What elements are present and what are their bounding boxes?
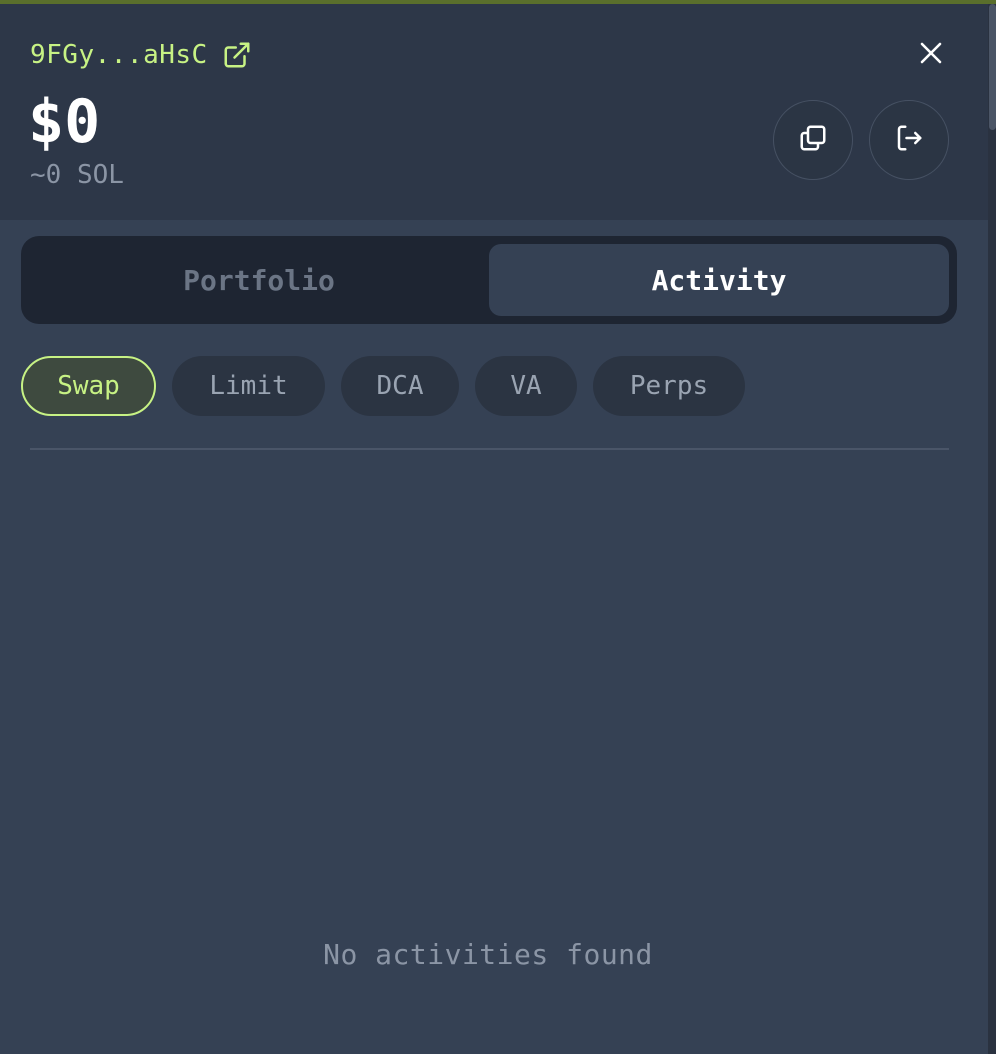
copy-address-button[interactable]	[773, 100, 853, 180]
scrollbar-track[interactable]	[988, 4, 996, 1054]
close-icon	[919, 41, 943, 69]
balance-usd: $0	[28, 87, 101, 157]
balance-sol: ~0 SOL	[30, 160, 124, 190]
portfolio-activity-tabs: Portfolio Activity	[21, 236, 957, 324]
filter-limit[interactable]: Limit	[172, 356, 325, 416]
disconnect-button[interactable]	[869, 100, 949, 180]
close-button[interactable]	[912, 36, 950, 74]
copy-icon	[798, 123, 828, 157]
tab-portfolio[interactable]: Portfolio	[29, 244, 489, 316]
address-row: 9FGy...aHsC	[30, 40, 252, 70]
wallet-header: 9FGy...aHsC $0 ~0 SOL	[0, 4, 988, 220]
divider	[30, 448, 949, 450]
external-link-icon[interactable]	[222, 40, 252, 70]
wallet-panel: 9FGy...aHsC $0 ~0 SOL Portfolio Activity…	[0, 0, 996, 1054]
filter-swap[interactable]: Swap	[21, 356, 156, 416]
scrollbar-thumb[interactable]	[989, 4, 996, 130]
tab-activity[interactable]: Activity	[489, 244, 949, 316]
logout-icon	[894, 123, 924, 157]
empty-state-message: No activities found	[323, 938, 653, 971]
filter-dca[interactable]: DCA	[341, 356, 459, 416]
filter-va[interactable]: VA	[475, 356, 577, 416]
filter-perps[interactable]: Perps	[593, 356, 745, 416]
wallet-address[interactable]: 9FGy...aHsC	[30, 40, 208, 70]
